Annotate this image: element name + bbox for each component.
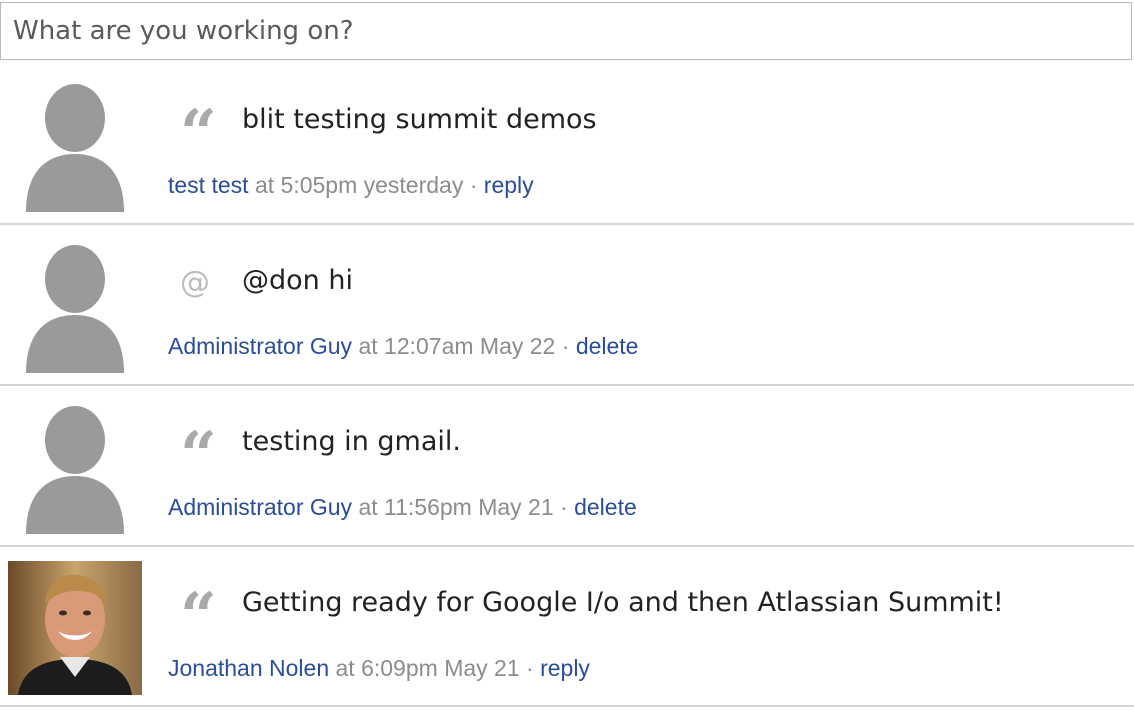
user-photo-avatar[interactable] bbox=[8, 561, 142, 695]
author-link[interactable]: Administrator Guy bbox=[168, 333, 352, 359]
meta-separator: · bbox=[526, 655, 534, 681]
meta-separator: · bbox=[469, 172, 478, 198]
meta-separator: · bbox=[561, 333, 570, 359]
feed-item: “ blit testing summit demos test test at… bbox=[0, 64, 1134, 225]
feed-meta: Jonathan Nolen at 6:09pm May 21 · reply bbox=[168, 655, 590, 682]
quote-icon: “ bbox=[180, 96, 217, 171]
default-avatar-icon[interactable] bbox=[8, 78, 142, 212]
author-link[interactable]: Jonathan Nolen bbox=[168, 655, 329, 681]
feed-item: “ testing in gmail. Administrator Guy at… bbox=[0, 386, 1134, 547]
feed-message: Getting ready for Google I/o and then At… bbox=[242, 587, 1004, 618]
timestamp: at 5:05pm yesterday bbox=[254, 172, 464, 198]
timestamp: at 11:56pm May 21 bbox=[358, 494, 554, 520]
delete-link[interactable]: delete bbox=[574, 494, 637, 520]
feed-message: testing in gmail. bbox=[242, 426, 461, 457]
feed-message: @don hi bbox=[242, 265, 353, 296]
quote-icon: “ bbox=[180, 579, 217, 654]
at-icon: @ bbox=[180, 265, 210, 300]
author-link[interactable]: test test bbox=[168, 172, 249, 198]
status-input[interactable] bbox=[0, 2, 1132, 60]
default-avatar-icon[interactable] bbox=[8, 400, 142, 534]
feed-meta: test test at 5:05pm yesterday · reply bbox=[168, 172, 534, 199]
meta-separator: · bbox=[560, 494, 568, 520]
feed-meta: Administrator Guy at 11:56pm May 21 · de… bbox=[168, 494, 637, 521]
reply-link[interactable]: reply bbox=[540, 655, 590, 681]
default-avatar-icon[interactable] bbox=[8, 239, 142, 373]
status-feed-app: “ blit testing summit demos test test at… bbox=[0, 0, 1134, 726]
timestamp: at 12:07am May 22 bbox=[358, 333, 556, 359]
delete-link[interactable]: delete bbox=[576, 333, 639, 359]
reply-link[interactable]: reply bbox=[484, 172, 534, 198]
author-link[interactable]: Administrator Guy bbox=[168, 494, 352, 520]
feed-item: “ Getting ready for Google I/o and then … bbox=[0, 547, 1134, 707]
timestamp: at 6:09pm May 21 bbox=[335, 655, 520, 681]
feed-meta: Administrator Guy at 12:07am May 22 · de… bbox=[168, 333, 638, 360]
feed-item: @ @don hi Administrator Guy at 12:07am M… bbox=[0, 225, 1134, 386]
feed-message: blit testing summit demos bbox=[242, 104, 597, 135]
quote-icon: “ bbox=[180, 418, 217, 493]
activity-feed: “ blit testing summit demos test test at… bbox=[0, 64, 1134, 707]
